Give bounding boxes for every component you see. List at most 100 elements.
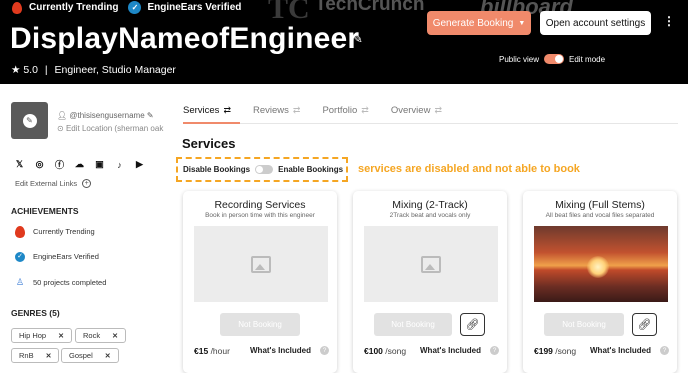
view-mode-toggle: Public view Edit mode — [499, 54, 605, 64]
soundcloud-icon[interactable]: ☁ — [74, 159, 85, 170]
achievement-item: ♙ 50 projects completed — [15, 277, 106, 288]
genre-chip[interactable]: Hip Hop ✕ — [11, 328, 72, 343]
not-booking-button[interactable]: Not Booking — [374, 313, 452, 336]
flame-icon — [10, 1, 23, 14]
disabled-annotation: services are disabled and not able to bo… — [358, 163, 580, 175]
edit-username-icon[interactable]: ✎ — [147, 111, 154, 120]
image-icon — [251, 255, 271, 273]
service-card-mixing-2track[interactable]: Mixing (2-Track) 2Track beat and vocals … — [353, 191, 507, 373]
service-card-mixing-stems[interactable]: Mixing (Full Stems) All beat files and v… — [523, 191, 677, 373]
achievement-label: EngineEars Verified — [33, 252, 99, 261]
edit-mode-label: Edit mode — [569, 54, 606, 64]
location-row[interactable]: ⊙ Edit Location (sherman oak — [57, 124, 163, 133]
help-icon[interactable]: ? — [660, 346, 669, 355]
genre-chip[interactable]: Rock ✕ — [75, 328, 126, 343]
service-card-recording[interactable]: Recording Services Book in person time w… — [183, 191, 337, 373]
tab-label: Overview — [390, 105, 431, 116]
service-subtitle: Book in person time with this engineer — [205, 212, 315, 219]
remove-icon[interactable]: ✕ — [105, 352, 111, 360]
active-tab-underline — [183, 122, 240, 124]
whats-included-link[interactable]: What's Included — [590, 346, 651, 355]
not-booking-button[interactable]: Not Booking — [544, 313, 624, 336]
tiktok-icon[interactable]: ♪ — [114, 159, 125, 170]
youtube-icon[interactable]: ▶ — [134, 159, 145, 170]
price-value: €100 — [364, 346, 383, 356]
avatar[interactable]: ✎ — [11, 102, 48, 139]
help-icon[interactable]: ? — [320, 346, 329, 355]
edit-name-icon[interactable]: ✎ — [352, 31, 363, 47]
tab-reviews[interactable]: Reviews ⇄ — [253, 105, 300, 116]
rating-value: ★ 5.0 — [11, 64, 38, 76]
achievement-item: ✓ EngineEars Verified — [15, 251, 99, 262]
service-subtitle: 2Track beat and vocals only — [389, 212, 471, 219]
booking-toggle-highlight: Disable Bookings Enable Bookings — [176, 157, 348, 182]
caret-down-icon: ▼ — [518, 19, 526, 27]
header-badges: Currently Trending ✓ EngineEars Verified — [10, 1, 241, 14]
x-icon[interactable]: 𝕏 — [14, 159, 25, 170]
price-value: €199 — [534, 346, 553, 356]
profile-header: TC TechCrunch billboard Currently Trendi… — [0, 0, 688, 84]
verified-icon: ✓ — [15, 251, 25, 262]
service-image[interactable] — [534, 226, 668, 302]
trending-badge: Currently Trending — [29, 2, 119, 13]
service-title: Recording Services — [214, 199, 306, 211]
tab-label: Services — [183, 105, 220, 116]
more-options-icon[interactable]: ⋮ — [663, 14, 675, 28]
whats-included-link[interactable]: What's Included — [250, 346, 311, 355]
achievement-item: Currently Trending — [15, 225, 95, 238]
social-links: 𝕏 ◎ ⓕ ☁ ▣ ♪ ▶ — [14, 159, 145, 170]
achievements-heading: ACHIEVEMENTS — [11, 206, 79, 216]
rating-line: ★ 5.0 | Engineer, Studio Manager — [11, 64, 176, 76]
facebook-icon[interactable]: ⓕ — [54, 159, 65, 170]
tab-portfolio[interactable]: Portfolio ⇄ — [322, 105, 368, 116]
swap-icon: ⇄ — [292, 105, 301, 115]
whats-included-link[interactable]: What's Included — [420, 346, 481, 355]
copy-link-button[interactable]: 🔗︎ — [632, 313, 657, 336]
tab-overview[interactable]: Overview ⇄ — [391, 105, 442, 116]
booking-toggle-switch[interactable] — [255, 165, 274, 174]
service-title: Mixing (2-Track) — [392, 199, 468, 211]
edit-avatar-icon[interactable]: ✎ — [22, 113, 37, 128]
link-icon: 🔗︎ — [637, 319, 652, 331]
user-icon: 👤︎ — [57, 111, 68, 120]
remove-icon[interactable]: ✕ — [58, 332, 64, 340]
genre-label: Rock — [83, 331, 101, 340]
tab-label: Reviews — [252, 105, 289, 116]
link-icon: 🔗︎ — [465, 319, 480, 331]
flame-icon — [15, 225, 25, 238]
username: @thisisengusername — [69, 111, 145, 120]
verified-badge: EngineEars Verified — [147, 2, 242, 13]
location-text: Edit Location (sherman oak — [65, 124, 164, 133]
view-mode-switch[interactable] — [544, 54, 565, 64]
remove-icon[interactable]: ✕ — [46, 352, 52, 360]
open-account-settings-button[interactable]: Open account settings — [540, 11, 651, 35]
instagram-icon[interactable]: ◎ — [34, 159, 45, 170]
location-pin-icon: ⊙ — [57, 124, 64, 133]
not-booking-button[interactable]: Not Booking — [220, 313, 300, 336]
genre-label: RnB — [19, 351, 34, 360]
image-placeholder[interactable] — [364, 226, 498, 302]
enable-bookings-label: Enable Bookings — [278, 165, 344, 174]
twitch-icon[interactable]: ▣ — [94, 159, 105, 170]
genre-chip[interactable]: Gospel ✕ — [61, 348, 119, 363]
add-circle-icon: + — [82, 179, 92, 188]
help-icon[interactable]: ? — [490, 346, 499, 355]
price-value: €15 — [194, 346, 209, 356]
remove-icon[interactable]: ✕ — [112, 332, 118, 340]
copy-link-button[interactable]: 🔗︎ — [460, 313, 485, 336]
person-badge-icon: ♙ — [15, 277, 25, 287]
genre-label: Gospel — [69, 351, 93, 360]
sun-glow — [587, 256, 609, 278]
generate-booking-button[interactable]: Generate Booking ▼ — [427, 11, 531, 35]
tab-label: Portfolio — [322, 105, 358, 116]
genre-chip[interactable]: RnB ✕ — [11, 348, 60, 363]
roles-text: Engineer, Studio Manager — [54, 64, 176, 76]
price-unit: /song — [385, 346, 407, 356]
profile-tabs: Services ⇄ Reviews ⇄ Portfolio ⇄ Overvie… — [183, 105, 442, 116]
service-price: €199 /song — [534, 346, 576, 356]
image-placeholder[interactable] — [194, 226, 328, 302]
press-logo-techcrunch: TechCrunch — [315, 0, 425, 15]
tab-services[interactable]: Services ⇄ — [183, 105, 231, 116]
genre-label: Hip Hop — [19, 331, 47, 340]
edit-external-links[interactable]: Edit External Links + — [15, 179, 92, 188]
